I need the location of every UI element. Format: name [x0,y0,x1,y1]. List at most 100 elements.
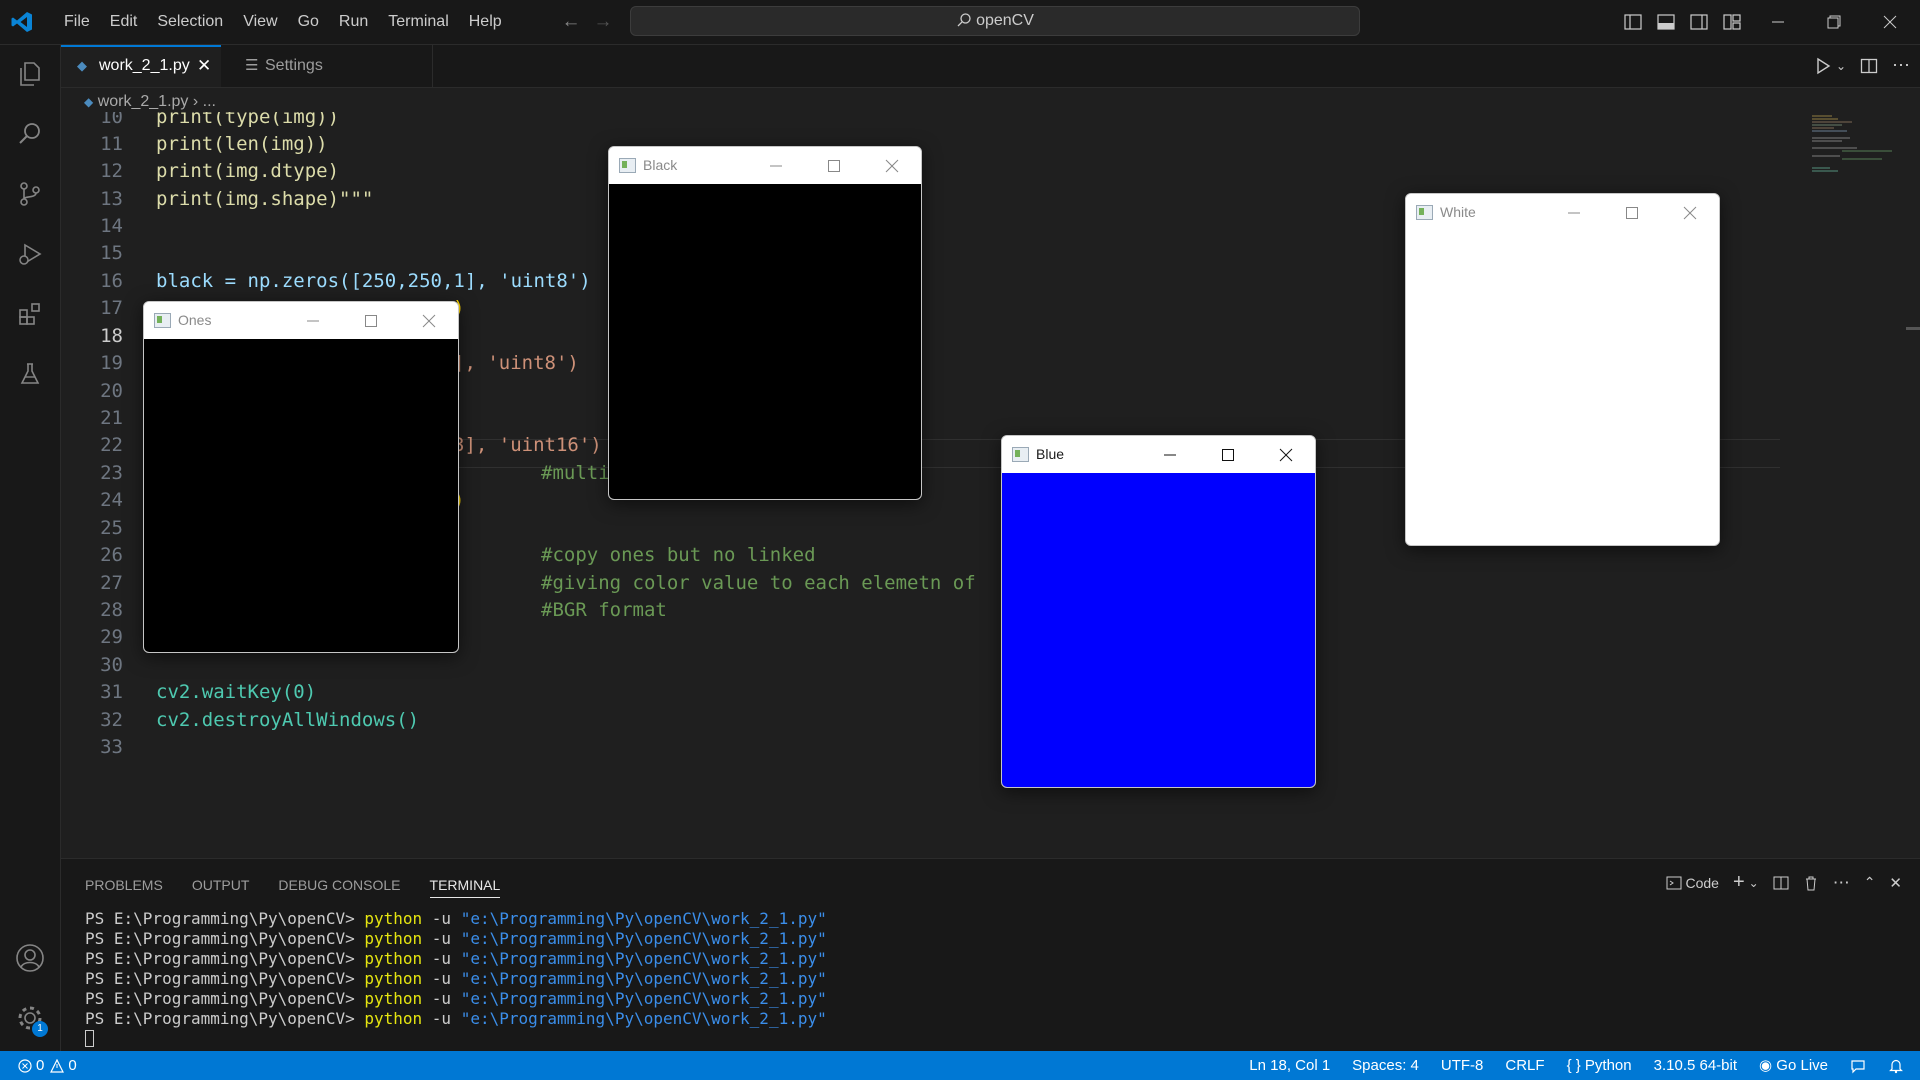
vscode-logo-icon [11,12,32,32]
menu-help[interactable]: Help [459,0,512,44]
close-button[interactable] [1661,194,1719,231]
editor-tab-bar: ◆ work_2_1.py ✕ ☰ Settings ⌄ ⋯ [61,45,1920,88]
toggle-secondary-sidebar-icon[interactable] [1689,12,1709,32]
command-center-search[interactable]: openCV [630,6,1360,36]
minimize-button[interactable] [1545,194,1603,231]
terminal-profile-label: Code [1685,874,1719,891]
opencv-window-blue[interactable]: Blue [1001,435,1316,788]
settings-badge: 1 [32,1021,48,1037]
menu-selection[interactable]: Selection [147,0,233,44]
minimize-icon [1568,212,1580,213]
terminal-icon [1666,876,1682,889]
close-button[interactable] [1257,436,1315,473]
feedback-icon[interactable] [1850,1058,1866,1074]
opencv-window-ones[interactable]: Ones [143,301,459,653]
encoding[interactable]: UTF-8 [1441,1051,1484,1080]
tab-problems[interactable]: PROBLEMS [85,873,163,897]
chevron-down-icon[interactable]: ⌄ [1836,59,1846,73]
end-of-line[interactable]: CRLF [1505,1051,1544,1080]
cursor-position[interactable]: Ln 18, Col 1 [1249,1051,1330,1080]
maximize-button[interactable] [342,302,400,339]
window-title-bar[interactable]: Blue [1002,436,1315,473]
maximize-panel-chevron-up-icon[interactable]: ⌃ [1864,874,1876,891]
restore-window-button[interactable] [1806,0,1862,44]
explorer-icon[interactable] [13,57,47,91]
maximize-button[interactable] [1603,194,1661,231]
editor-actions: ⌄ ⋯ [1814,55,1910,76]
status-right-items: Ln 18, Col 1 Spaces: 4 UTF-8 CRLF { } Py… [1249,1051,1904,1080]
menu-terminal[interactable]: Terminal [378,0,458,44]
maximize-button[interactable] [1199,436,1257,473]
menu-view[interactable]: View [233,0,287,44]
menu-go[interactable]: Go [288,0,329,44]
terminal-path: "e:\Programming\Py\openCV\work_2_1.py" [460,1009,827,1028]
minimap[interactable] [1812,112,1902,182]
problems-status[interactable]: 0 0 [18,1051,77,1080]
terminal-command: python [364,969,423,988]
maximize-button[interactable] [805,147,863,184]
menu-edit[interactable]: Edit [100,0,148,44]
run-python-file-icon[interactable] [1814,57,1832,75]
split-terminal-icon[interactable] [1773,875,1789,891]
line-number: 24 [100,489,123,511]
new-terminal-plus-icon[interactable]: + [1733,871,1745,894]
more-actions-icon[interactable]: ⋯ [1833,873,1850,893]
arrow-left-icon[interactable]: ← [560,11,582,33]
menu-file[interactable]: File [54,0,100,44]
tab-terminal[interactable]: TERMINAL [429,873,501,898]
run-debug-icon[interactable] [13,237,47,271]
breadcrumb-symbols[interactable]: ... [203,93,216,110]
breadcrumb-file[interactable]: work_2_1.py [98,93,189,110]
customize-layout-icon[interactable] [1722,12,1742,32]
arrow-right-icon[interactable]: → [592,11,614,33]
search-icon[interactable] [13,117,47,151]
go-live-button[interactable]: ◉ Go Live [1759,1051,1828,1080]
line-number: 12 [100,160,123,182]
line-number: 32 [100,709,123,731]
chevron-down-icon[interactable]: ⌄ [1749,876,1759,890]
toggle-panel-icon[interactable] [1656,12,1676,32]
menu-run[interactable]: Run [329,0,378,44]
app-window-icon [619,158,636,173]
window-title-bar[interactable]: White [1406,194,1719,231]
terminal-line: PS E:\Programming\Py\openCV> python -u "… [85,909,827,929]
terminal-line: PS E:\Programming\Py\openCV> python -u "… [85,1009,827,1029]
line-number: 17 [100,297,123,319]
split-editor-icon[interactable] [1860,57,1878,75]
opencv-window-white[interactable]: White [1405,193,1720,546]
terminal-output[interactable]: PS E:\Programming\Py\openCV> python -u "… [85,909,827,1049]
language-mode[interactable]: { } Python [1567,1051,1632,1080]
trash-icon[interactable] [1803,875,1819,891]
more-actions-icon[interactable]: ⋯ [1892,55,1910,76]
extensions-icon[interactable] [13,297,47,331]
maximize-icon [828,159,840,172]
close-button[interactable] [400,302,458,339]
terminal-profile-button[interactable]: Code [1666,875,1719,891]
opencv-window-black[interactable]: Black [608,146,922,500]
close-button[interactable] [863,147,921,184]
close-window-button[interactable] [1862,0,1918,44]
minimize-button[interactable] [1141,436,1199,473]
toggle-primary-sidebar-icon[interactable] [1623,12,1643,32]
testing-flask-icon[interactable] [13,357,47,391]
python-interpreter[interactable]: 3.10.5 64-bit [1654,1051,1737,1080]
minimize-button[interactable] [747,147,805,184]
tab-settings[interactable]: ☰ Settings [221,45,433,87]
close-panel-icon[interactable]: ✕ [1889,874,1902,892]
terminal-arg: -u [422,949,461,968]
image-canvas-black [609,184,921,499]
line-number: 21 [100,407,123,429]
terminal-cursor-line [85,1029,827,1049]
tab-debug-console[interactable]: DEBUG CONSOLE [278,873,400,897]
source-control-icon[interactable] [13,177,47,211]
tab-work-2-1-py[interactable]: ◆ work_2_1.py ✕ [61,45,221,87]
notifications-bell-icon[interactable] [1888,1058,1904,1074]
minimize-window-button[interactable] [1750,0,1806,44]
indentation[interactable]: Spaces: 4 [1352,1051,1419,1080]
tab-close-icon[interactable]: ✕ [197,47,211,85]
window-title-bar[interactable]: Ones [144,302,458,339]
account-icon[interactable] [13,941,47,975]
tab-output[interactable]: OUTPUT [192,873,250,897]
window-title-bar[interactable]: Black [609,147,921,184]
minimize-button[interactable] [284,302,342,339]
